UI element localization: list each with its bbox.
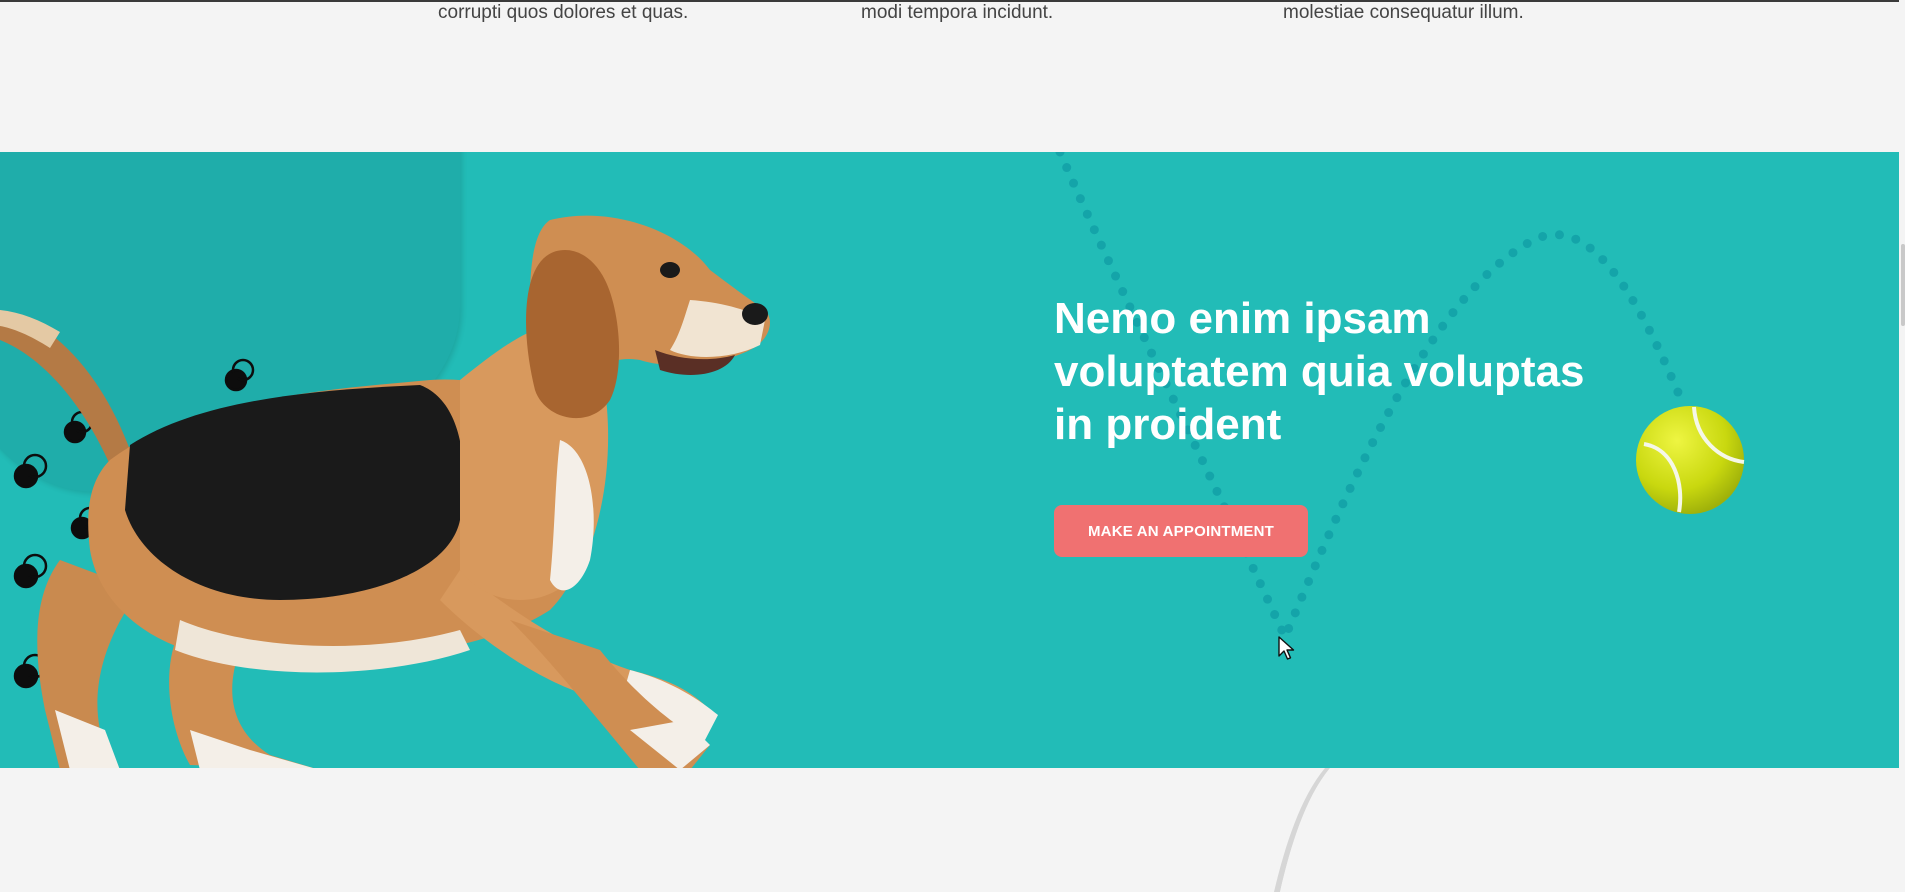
tennis-ball-image bbox=[1636, 406, 1745, 514]
scrollbar-thumb[interactable] bbox=[1901, 244, 1905, 326]
feature-text-1: corrupti quos dolores et quas. bbox=[438, 2, 689, 23]
beagle-dog-image bbox=[0, 215, 770, 768]
feature-text-3: molestiae consequatur illum. bbox=[1283, 2, 1524, 23]
scrollbar-track[interactable] bbox=[1899, 0, 1905, 892]
mouse-cursor-icon bbox=[1278, 636, 1295, 660]
bottom-curve-decoration bbox=[1274, 768, 1370, 892]
hero-banner: Nemo enim ipsam voluptatem quia voluptas… bbox=[0, 152, 1899, 768]
feature-text-2: modi tempora incidunt. bbox=[861, 2, 1054, 23]
make-appointment-button[interactable]: MAKE AN APPOINTMENT bbox=[1054, 505, 1308, 557]
hero-headline: Nemo enim ipsam voluptatem quia voluptas… bbox=[1054, 294, 1585, 449]
